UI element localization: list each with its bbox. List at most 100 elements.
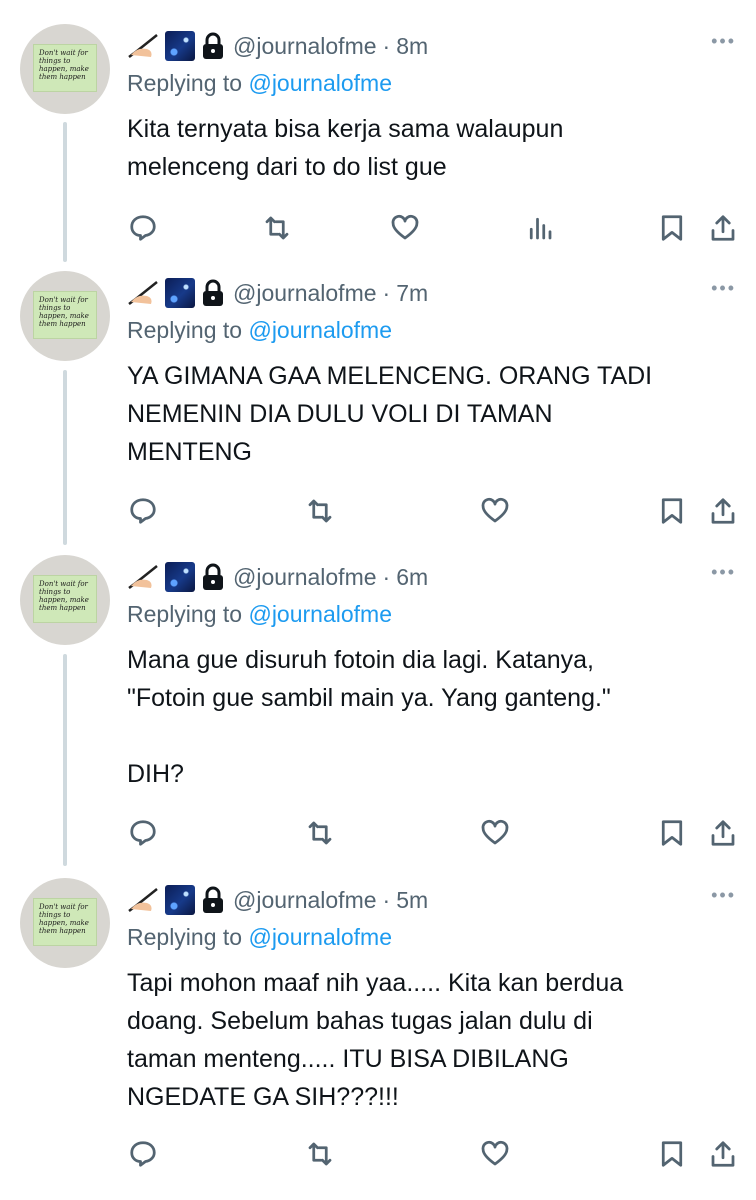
replying-to: Replying to @journalofme bbox=[127, 920, 736, 954]
lock-icon bbox=[201, 278, 225, 308]
retweet-icon bbox=[308, 821, 332, 845]
tweet[interactable]: Don't wait for things to happen, make th… bbox=[0, 878, 756, 1200]
separator-dot: · bbox=[382, 32, 391, 59]
heart-icon bbox=[391, 214, 419, 240]
bookmark-icon bbox=[661, 215, 683, 241]
reply-icon bbox=[130, 820, 156, 846]
retweet-button[interactable] bbox=[302, 815, 338, 851]
share-button[interactable] bbox=[705, 210, 741, 246]
bookmark-button[interactable] bbox=[654, 493, 690, 529]
reply-icon bbox=[130, 498, 156, 524]
writing-hand-icon bbox=[127, 278, 161, 308]
avatar[interactable]: Don't wait for things to happen, make th… bbox=[20, 24, 110, 114]
bookmark-icon bbox=[661, 498, 683, 524]
bookmark-button[interactable] bbox=[654, 815, 690, 851]
replying-to-label: Replying to bbox=[127, 70, 243, 96]
retweet-icon bbox=[308, 1142, 332, 1166]
tweet-actions bbox=[0, 493, 756, 533]
views-button[interactable] bbox=[522, 210, 558, 246]
retweet-button[interactable] bbox=[259, 210, 295, 246]
avatar-note: Don't wait for things to happen, make th… bbox=[33, 44, 97, 92]
avatar-note: Don't wait for things to happen, make th… bbox=[33, 291, 97, 339]
avatar[interactable]: Don't wait for things to happen, make th… bbox=[20, 271, 110, 361]
like-button[interactable] bbox=[387, 210, 423, 246]
more-options-icon[interactable]: ••• bbox=[711, 886, 736, 904]
tweet-text: Kita ternyata bisa kerja sama walaupun m… bbox=[127, 115, 564, 181]
retweet-button[interactable] bbox=[302, 493, 338, 529]
heart-icon bbox=[481, 1140, 509, 1166]
share-button[interactable] bbox=[705, 493, 741, 529]
like-button[interactable] bbox=[477, 815, 513, 851]
galaxy-icon bbox=[165, 278, 195, 308]
tweet-text: Tapi mohon maaf nih yaa..... Kita kan be… bbox=[127, 969, 624, 1111]
share-icon bbox=[711, 215, 735, 241]
replying-to-handle[interactable]: @journalofme bbox=[248, 924, 392, 950]
replying-to-label: Replying to bbox=[127, 317, 243, 343]
replying-to-handle[interactable]: @journalofme bbox=[248, 317, 392, 343]
like-button[interactable] bbox=[477, 493, 513, 529]
tweet-handle[interactable]: @journalofme bbox=[233, 33, 377, 60]
galaxy-icon bbox=[165, 885, 195, 915]
tweet-header: @journalofme · 7m ••• bbox=[127, 271, 736, 315]
lock-icon bbox=[201, 31, 225, 61]
retweet-icon bbox=[265, 216, 289, 240]
reply-button[interactable] bbox=[125, 1136, 161, 1172]
replying-to: Replying to @journalofme bbox=[127, 66, 736, 100]
tweet-handle[interactable]: @journalofme bbox=[233, 564, 377, 591]
tweet[interactable]: Don't wait for things to happen, make th… bbox=[0, 555, 756, 865]
tweet-handle[interactable]: @journalofme bbox=[233, 280, 377, 307]
views-icon bbox=[529, 217, 552, 240]
tweet-actions bbox=[0, 815, 756, 855]
replying-to-handle[interactable]: @journalofme bbox=[248, 601, 392, 627]
bookmark-button[interactable] bbox=[654, 210, 690, 246]
avatar-note: Don't wait for things to happen, make th… bbox=[33, 898, 97, 946]
tweet-time[interactable]: 7m bbox=[396, 280, 428, 307]
replying-to-label: Replying to bbox=[127, 924, 243, 950]
tweet-handle[interactable]: @journalofme bbox=[233, 887, 377, 914]
retweet-icon bbox=[308, 499, 332, 523]
tweet-time[interactable]: 6m bbox=[396, 564, 428, 591]
avatar-note: Don't wait for things to happen, make th… bbox=[33, 575, 97, 623]
reply-button[interactable] bbox=[125, 815, 161, 851]
replying-to: Replying to @journalofme bbox=[127, 313, 736, 347]
galaxy-icon bbox=[165, 562, 195, 592]
separator-dot: · bbox=[382, 279, 391, 306]
more-options-icon[interactable]: ••• bbox=[711, 563, 736, 581]
more-options-icon[interactable]: ••• bbox=[711, 32, 736, 50]
reply-icon bbox=[130, 215, 156, 241]
replying-to-handle[interactable]: @journalofme bbox=[248, 70, 392, 96]
more-options-icon[interactable]: ••• bbox=[711, 279, 736, 297]
tweet-header: @journalofme · 6m ••• bbox=[127, 555, 736, 599]
share-icon bbox=[711, 1141, 735, 1167]
bookmark-icon bbox=[661, 820, 683, 846]
replying-to: Replying to @journalofme bbox=[127, 597, 736, 631]
tweet-time[interactable]: 8m bbox=[396, 33, 428, 60]
share-button[interactable] bbox=[705, 815, 741, 851]
tweet-text: YA GIMANA GAA MELENCENG. ORANG TADI NEME… bbox=[127, 362, 653, 466]
separator-dot: · bbox=[382, 563, 391, 590]
reply-button[interactable] bbox=[125, 210, 161, 246]
share-icon bbox=[711, 498, 735, 524]
tweet-text: Mana gue disuruh fotoin dia lagi. Katany… bbox=[127, 646, 611, 788]
replying-to-label: Replying to bbox=[127, 601, 243, 627]
galaxy-icon bbox=[165, 31, 195, 61]
tweet-actions bbox=[0, 210, 756, 250]
bookmark-button[interactable] bbox=[654, 1136, 690, 1172]
share-button[interactable] bbox=[705, 1136, 741, 1172]
lock-icon bbox=[201, 885, 225, 915]
retweet-button[interactable] bbox=[302, 1136, 338, 1172]
like-button[interactable] bbox=[477, 1136, 513, 1172]
heart-icon bbox=[481, 819, 509, 845]
lock-icon bbox=[201, 562, 225, 592]
avatar[interactable]: Don't wait for things to happen, make th… bbox=[20, 878, 110, 968]
separator-dot: · bbox=[382, 886, 391, 913]
writing-hand-icon bbox=[127, 562, 161, 592]
tweet[interactable]: Don't wait for things to happen, make th… bbox=[0, 24, 756, 264]
tweet-actions bbox=[0, 1136, 756, 1176]
tweet-header: @journalofme · 5m ••• bbox=[127, 878, 736, 922]
tweet-time[interactable]: 5m bbox=[396, 887, 428, 914]
writing-hand-icon bbox=[127, 31, 161, 61]
tweet[interactable]: Don't wait for things to happen, make th… bbox=[0, 271, 756, 541]
avatar[interactable]: Don't wait for things to happen, make th… bbox=[20, 555, 110, 645]
reply-button[interactable] bbox=[125, 493, 161, 529]
